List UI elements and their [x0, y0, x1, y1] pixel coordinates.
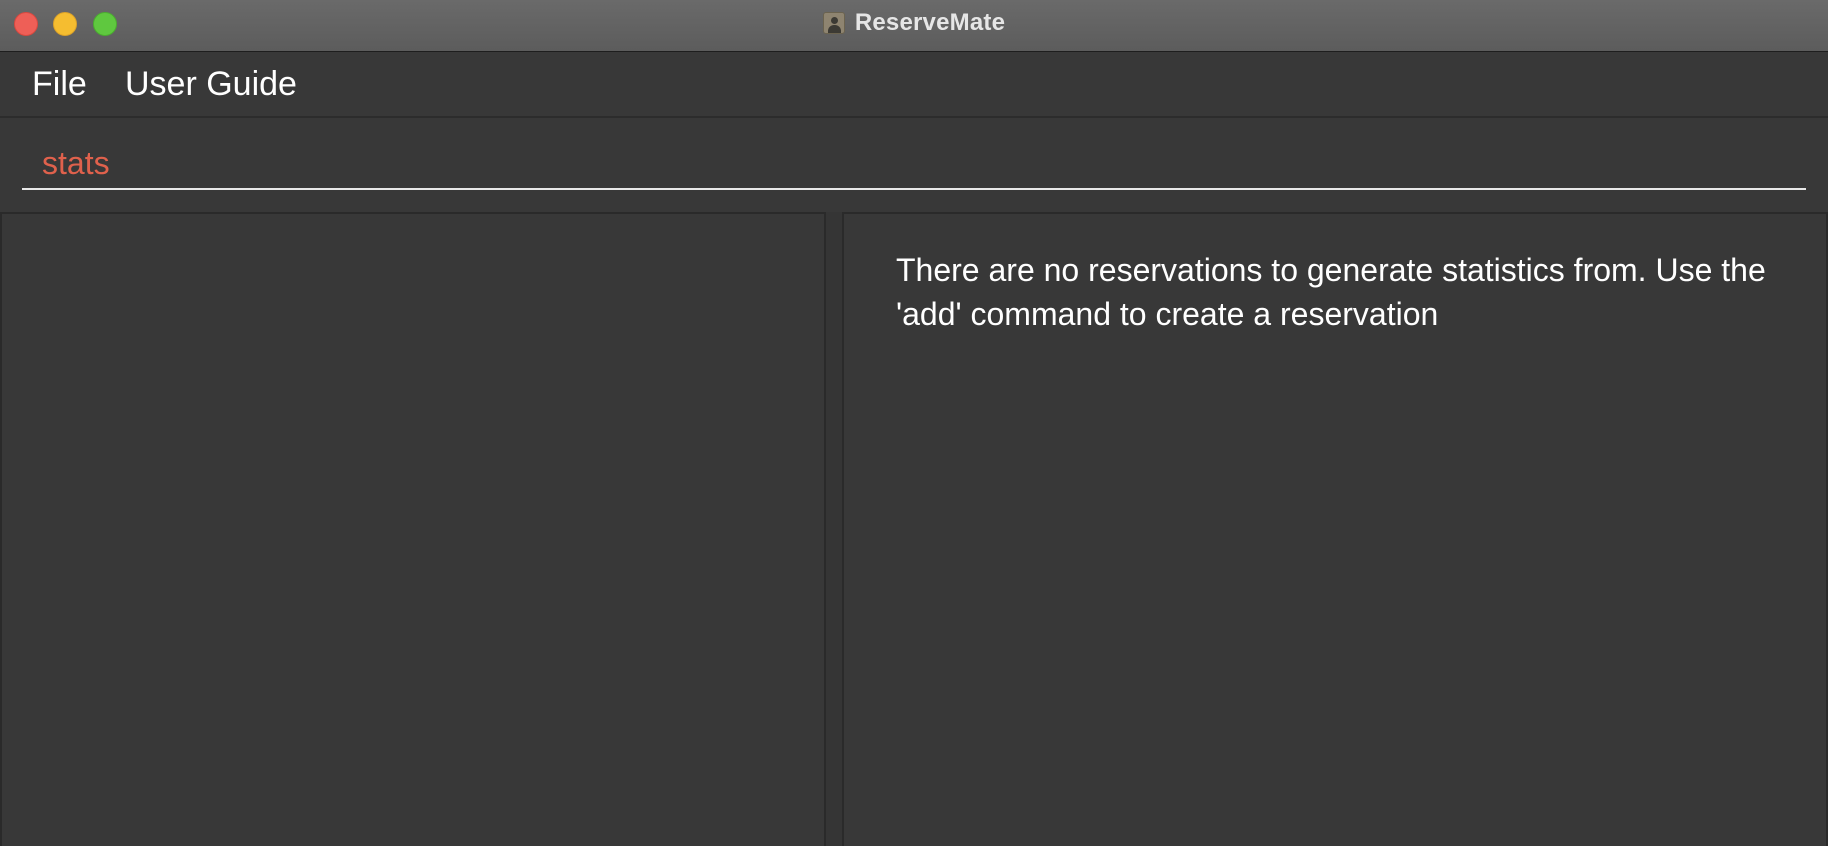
contact-card-icon: [822, 12, 845, 34]
window-title: ReserveMate: [854, 9, 1006, 36]
app-window: ReserveMate File User Guide There are no…: [0, 0, 1828, 846]
split-pane-divider[interactable]: [826, 212, 842, 846]
command-box: [0, 118, 1828, 210]
result-display-panel: There are no reservations to generate st…: [842, 212, 1828, 846]
reservation-list-panel: [0, 212, 826, 846]
title-wrap: ReserveMate: [0, 0, 1828, 46]
title-bar: ReserveMate: [0, 0, 1828, 52]
menu-file[interactable]: File: [32, 64, 87, 104]
menu-bar: File User Guide: [0, 52, 1828, 118]
command-input[interactable]: [22, 138, 1806, 190]
result-message: There are no reservations to generate st…: [896, 252, 1766, 332]
menu-user-guide[interactable]: User Guide: [125, 64, 297, 104]
